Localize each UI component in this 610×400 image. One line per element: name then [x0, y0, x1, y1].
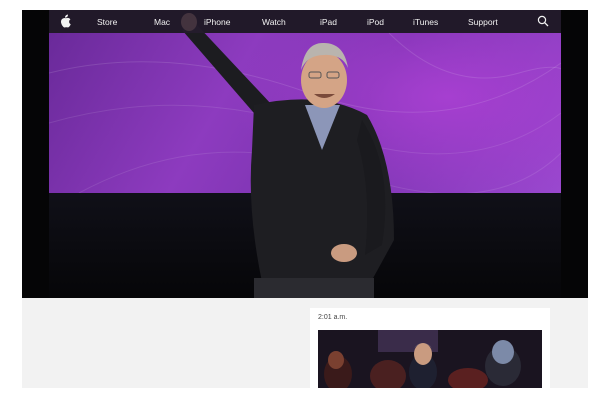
- live-blog-page: Store Mac iPhone Watch iPad iPod iTunes …: [22, 10, 588, 388]
- nav-item-store[interactable]: Store: [97, 17, 117, 27]
- post-timestamp: 2:01 a.m.: [318, 314, 348, 321]
- audience-photo: [318, 330, 542, 388]
- nav-item-watch[interactable]: Watch: [262, 17, 286, 27]
- nav-item-itunes[interactable]: iTunes: [413, 17, 438, 27]
- presenter-figure: [181, 13, 394, 298]
- nav-item-mac[interactable]: Mac: [154, 17, 170, 27]
- nav-item-ipod[interactable]: iPod: [367, 17, 384, 27]
- nav-item-ipad[interactable]: iPad: [320, 17, 337, 27]
- nav-item-iphone[interactable]: iPhone: [204, 17, 230, 27]
- global-nav: Store Mac iPhone Watch iPad iPod iTunes …: [49, 10, 561, 33]
- hero-photo: Store Mac iPhone Watch iPad iPod iTunes …: [22, 10, 588, 298]
- nav-item-support[interactable]: Support: [468, 17, 498, 27]
- search-icon[interactable]: [537, 15, 549, 27]
- live-post-card: 2:01 a.m.: [310, 308, 550, 388]
- post-photo[interactable]: [318, 330, 542, 388]
- apple-logo-icon[interactable]: [60, 14, 72, 28]
